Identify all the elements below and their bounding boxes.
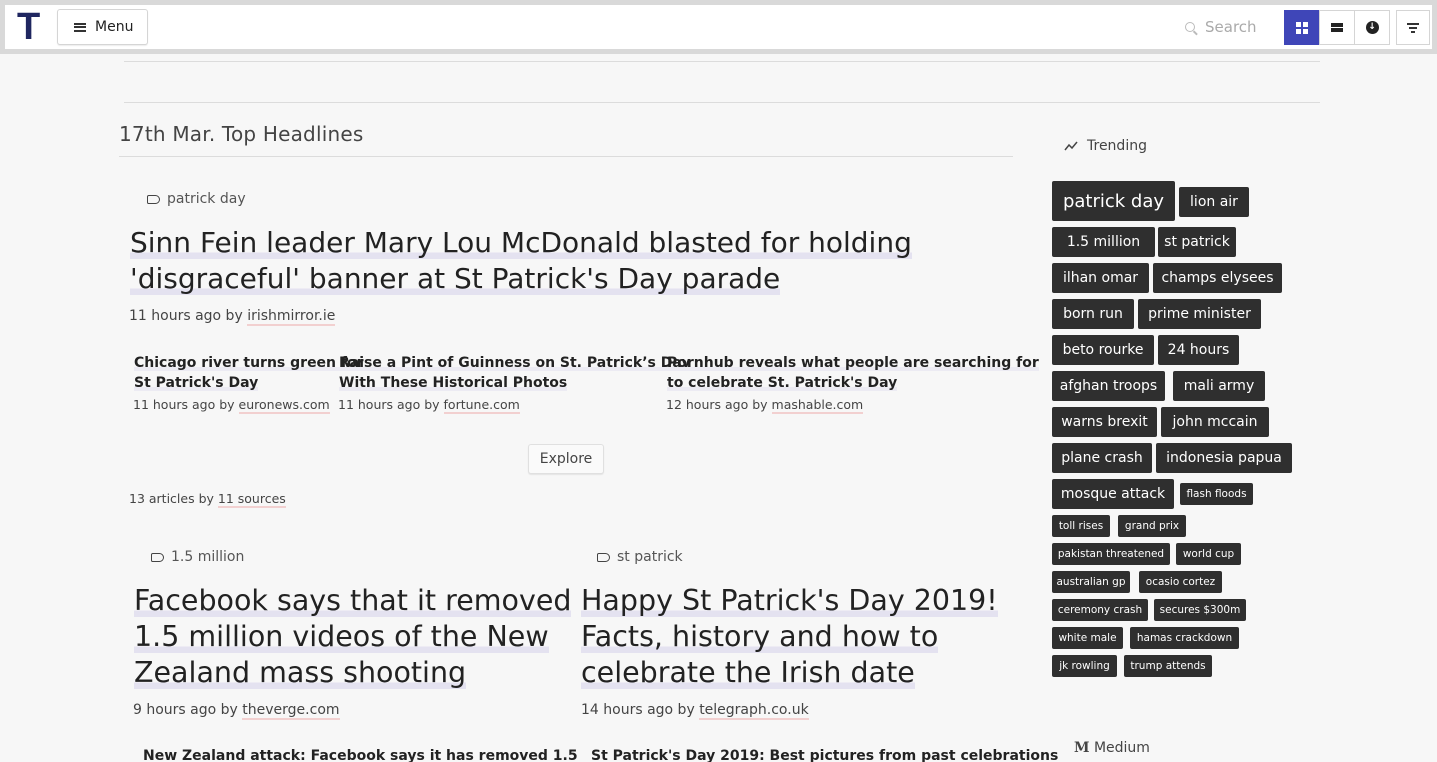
card-meta: 14 hours ago by telegraph.co.uk <box>581 702 809 720</box>
headline-line: 'disgraceful' banner at St Patrick's Day… <box>130 262 781 295</box>
trending-chip[interactable]: jk rowling <box>1052 655 1117 677</box>
download-icon: ↓ <box>1365 21 1379 34</box>
explore-button[interactable]: Explore <box>528 444 604 474</box>
trending-chip[interactable]: john mccain <box>1161 407 1269 437</box>
trending-chip[interactable]: ceremony crash <box>1052 599 1148 621</box>
lead-source-link[interactable]: irishmirror.ie <box>247 308 336 326</box>
search-box[interactable]: Search <box>1185 13 1285 41</box>
tag-label: st patrick <box>617 549 683 565</box>
related-article-meta: 11 hours ago by euronews.com <box>133 397 330 414</box>
story-tag[interactable]: st patrick <box>597 549 683 565</box>
source-link[interactable]: theverge.com <box>242 702 340 720</box>
trending-chip[interactable]: champs elysees <box>1153 263 1282 293</box>
trending-chip[interactable]: warns brexit <box>1052 407 1157 437</box>
trending-chip[interactable]: prime minister <box>1138 299 1261 329</box>
medium-logo-icon: M <box>1074 740 1090 756</box>
filter-button[interactable] <box>1396 10 1430 45</box>
grid-view-icon <box>1296 21 1308 34</box>
story-tag[interactable]: 1.5 million <box>151 549 244 565</box>
card-meta: 9 hours ago by theverge.com <box>133 702 340 720</box>
trending-chip[interactable]: trump attends <box>1124 655 1212 677</box>
trending-chip[interactable]: ocasio cortez <box>1139 571 1222 593</box>
trending-chip[interactable]: toll rises <box>1052 515 1110 537</box>
section-title: 17th Mar. Top Headlines <box>119 122 364 146</box>
filter-icon <box>1407 23 1419 33</box>
trending-chip[interactable]: plane crash <box>1052 443 1152 473</box>
trending-chip[interactable]: afghan troops <box>1052 371 1165 401</box>
trending-chip[interactable]: patrick day <box>1052 181 1175 221</box>
source-link[interactable]: euronews.com <box>238 397 330 414</box>
menu-button[interactable]: Menu <box>57 9 148 45</box>
trending-chip[interactable]: indonesia papua <box>1156 443 1292 473</box>
trending-chip[interactable]: secures $300m <box>1154 599 1246 621</box>
search-icon <box>1185 22 1195 32</box>
lead-meta: 11 hours ago by irishmirror.ie <box>129 308 336 326</box>
related-article-title[interactable]: Raise a Pint of Guinness on St. Patrick’… <box>339 353 691 393</box>
trending-chip[interactable]: australian gp <box>1052 571 1130 593</box>
trending-chip[interactable]: hamas crackdown <box>1130 627 1239 649</box>
trending-chip[interactable]: lion air <box>1179 187 1249 217</box>
story-tag[interactable]: patrick day <box>147 191 246 207</box>
card-headline[interactable]: Facebook says that it removed 1.5 million… <box>134 583 572 691</box>
trending-label: Trending <box>1087 138 1147 154</box>
trending-chip[interactable]: grand prix <box>1118 515 1186 537</box>
medium-section: M Medium <box>1074 740 1150 756</box>
search-input[interactable]: Search <box>1205 18 1257 36</box>
trending-chip[interactable]: mali army <box>1173 371 1265 401</box>
menu-label: Menu <box>95 19 134 35</box>
article-count: 13 articles by 11 sources <box>129 491 286 508</box>
tag-label: patrick day <box>167 191 246 207</box>
trending-chip[interactable]: 24 hours <box>1158 335 1239 365</box>
trending-chip[interactable]: 1.5 million <box>1052 227 1155 257</box>
lead-time: 11 hours ago by <box>129 308 243 324</box>
tag-icon <box>151 552 164 562</box>
related-article-meta: 11 hours ago by fortune.com <box>338 397 520 414</box>
trending-chip[interactable]: born run <box>1052 299 1134 329</box>
divider <box>124 61 1320 62</box>
trending-chip[interactable]: world cup <box>1176 543 1241 565</box>
source-link[interactable]: telegraph.co.uk <box>699 702 809 720</box>
source-link[interactable]: fortune.com <box>443 397 520 414</box>
section-divider <box>119 156 1013 157</box>
trending-chip[interactable]: flash floods <box>1180 483 1253 505</box>
related-article-title[interactable]: St Patrick's Day 2019: Best pictures fro… <box>591 746 1058 762</box>
menu-icon <box>74 22 86 32</box>
medium-label: Medium <box>1093 740 1150 756</box>
download-button[interactable]: ↓ <box>1354 10 1390 45</box>
lead-headline[interactable]: Sinn Fein leader Mary Lou McDonald blast… <box>130 225 912 297</box>
grid-view-button[interactable] <box>1284 10 1320 45</box>
trending-chip[interactable]: st patrick <box>1158 227 1236 257</box>
source-link[interactable]: mashable.com <box>771 397 864 414</box>
related-article-title[interactable]: Pornhub reveals what people are searchin… <box>667 353 1039 393</box>
trending-chip[interactable]: ilhan omar <box>1052 263 1149 293</box>
trending-icon <box>1064 141 1078 151</box>
top-bar: T Menu Search ↓ <box>0 0 1437 54</box>
related-article-meta: 12 hours ago by mashable.com <box>666 397 864 414</box>
trending-chip[interactable]: mosque attack <box>1052 479 1174 509</box>
tag-icon <box>147 194 160 204</box>
trending-chip[interactable]: white male <box>1052 627 1123 649</box>
related-article-title[interactable]: Chicago river turns green for St Patrick'… <box>134 353 364 393</box>
tag-label: 1.5 million <box>171 549 245 565</box>
logo[interactable]: T <box>17 8 47 46</box>
list-view-button[interactable] <box>1319 10 1355 45</box>
sources-link[interactable]: 11 sources <box>217 491 286 508</box>
list-view-icon <box>1331 23 1343 32</box>
trending-chip[interactable]: beto rourke <box>1052 335 1154 365</box>
related-article-title[interactable]: New Zealand attack: Facebook says it has… <box>143 746 578 762</box>
headline-line: Sinn Fein leader Mary Lou McDonald blast… <box>130 226 912 259</box>
trending-header: Trending <box>1064 138 1147 154</box>
tag-icon <box>597 552 610 562</box>
divider <box>124 102 1320 103</box>
trending-chip[interactable]: pakistan threatened <box>1052 543 1170 565</box>
card-headline[interactable]: Happy St Patrick's Day 2019! Facts, histo… <box>581 583 998 691</box>
